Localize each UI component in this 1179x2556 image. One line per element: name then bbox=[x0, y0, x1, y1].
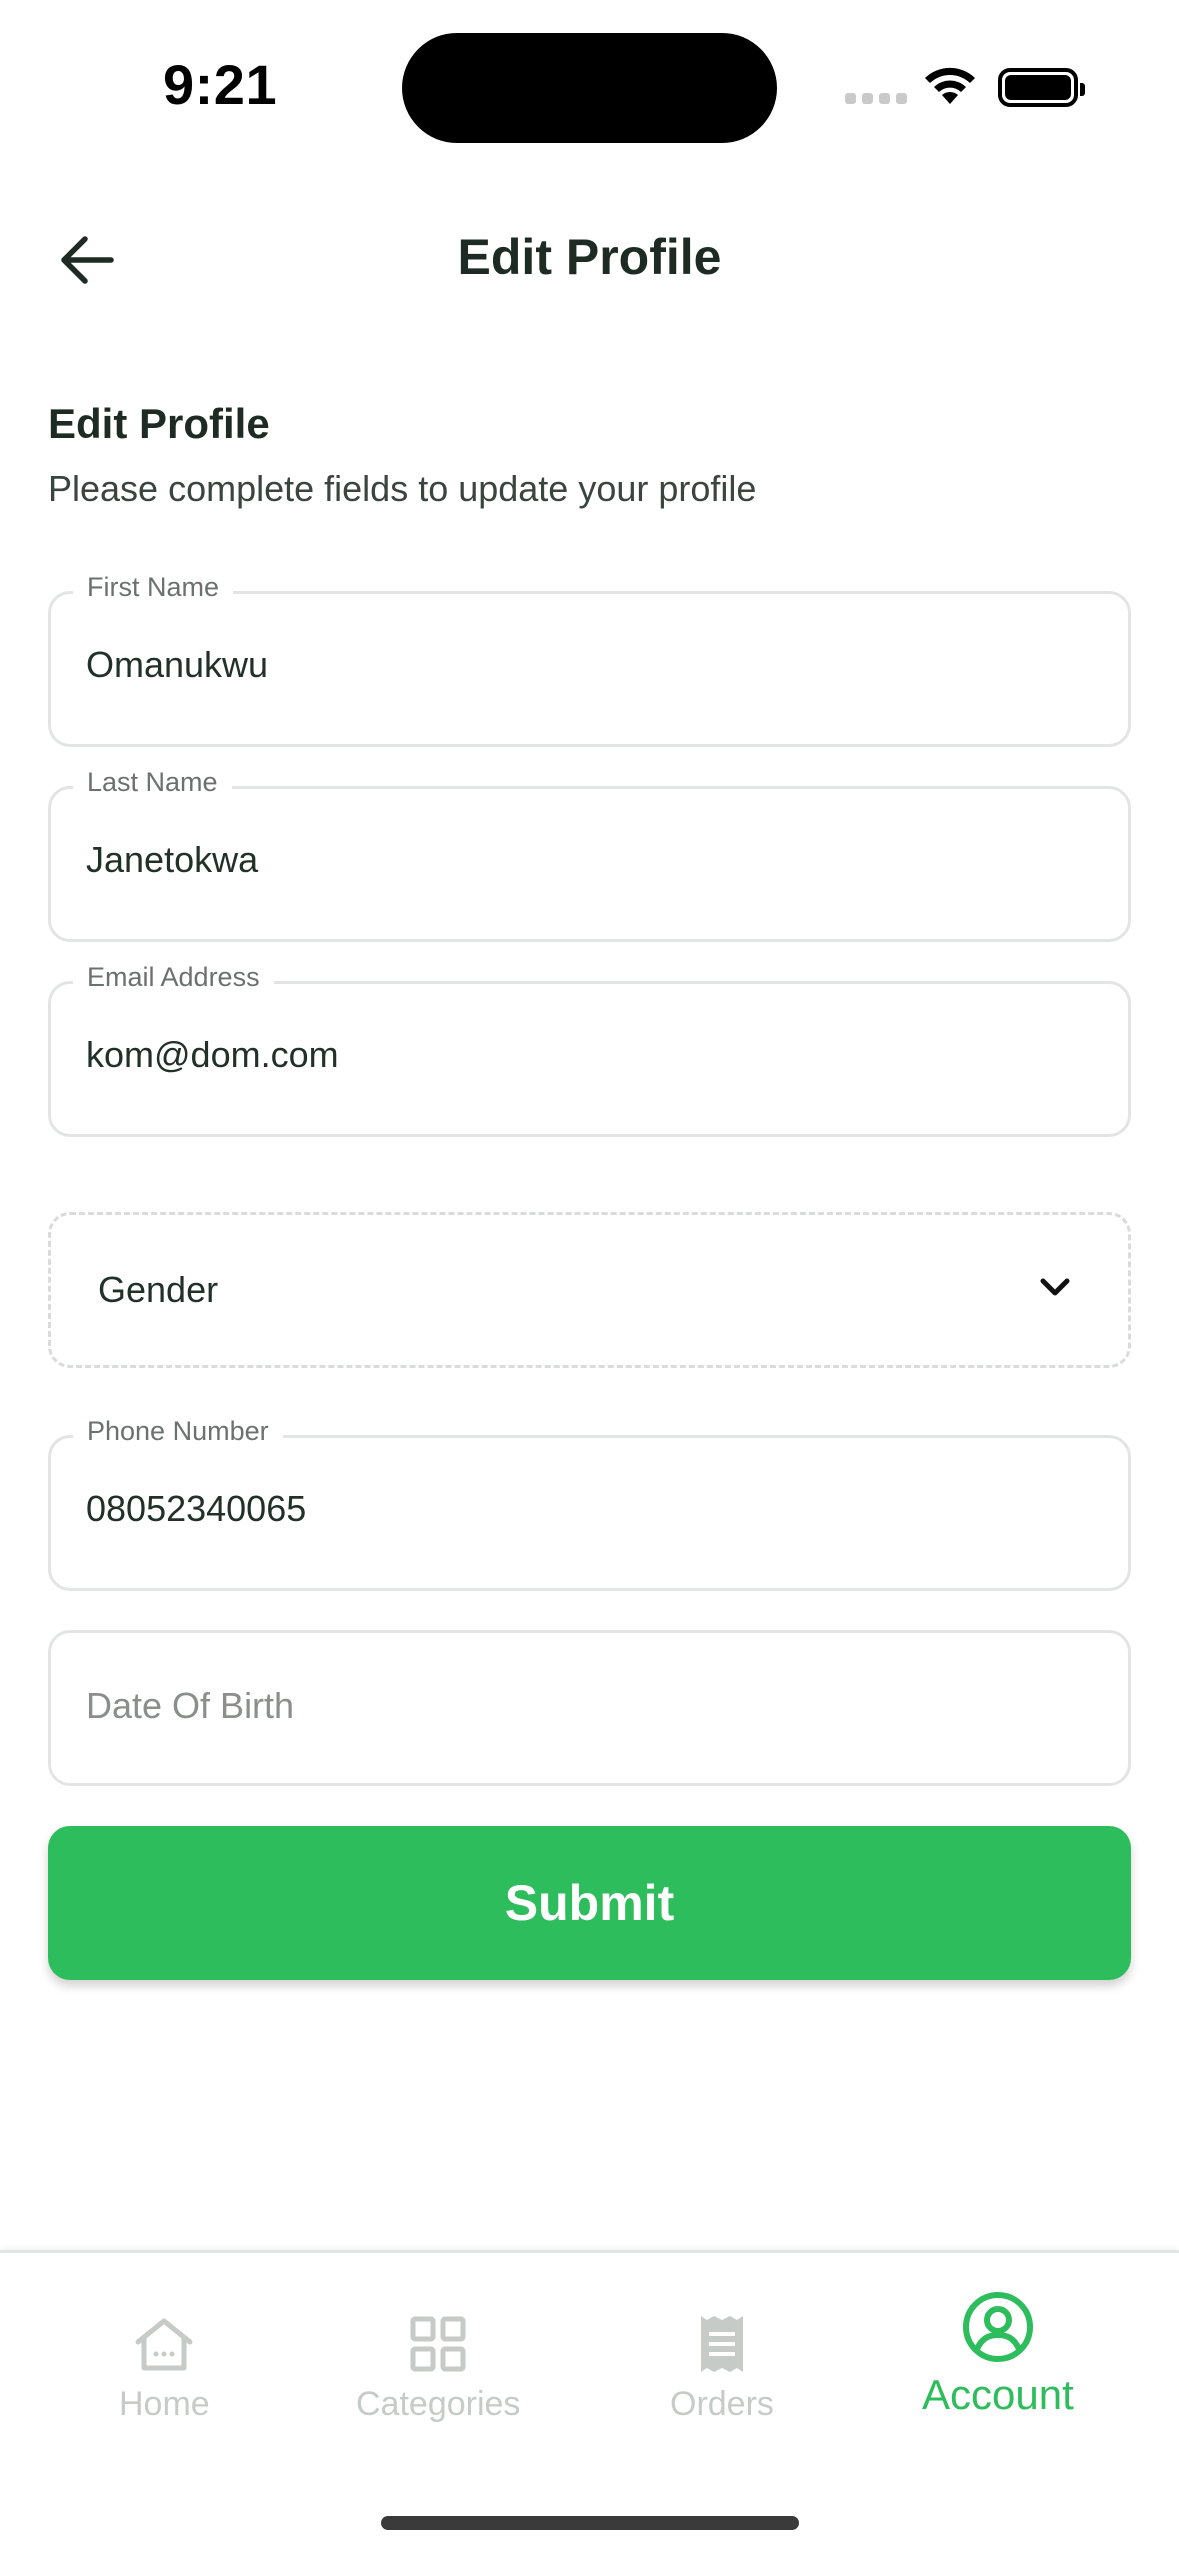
tab-categories-label: Categories bbox=[356, 2385, 521, 2423]
section-subtitle: Please complete fields to update your pr… bbox=[48, 468, 757, 509]
receipt-icon bbox=[699, 2309, 745, 2379]
email-label: Email Address bbox=[73, 962, 274, 993]
gender-select[interactable]: Gender bbox=[48, 1212, 1131, 1368]
email-value: kom@dom.com bbox=[86, 1034, 339, 1075]
date-of-birth-placeholder: Date Of Birth bbox=[86, 1685, 295, 1726]
submit-button[interactable]: Submit bbox=[48, 1826, 1131, 1980]
dynamic-island bbox=[402, 33, 777, 143]
page-title: Edit Profile bbox=[457, 229, 722, 285]
first-name-field[interactable]: First Name Omanukwu bbox=[48, 572, 1131, 747]
home-icon bbox=[132, 2309, 196, 2379]
phone-label: Phone Number bbox=[73, 1416, 283, 1447]
tab-home-label: Home bbox=[119, 2385, 210, 2423]
tab-account-label: Account bbox=[922, 2371, 1074, 2418]
email-field[interactable]: Email Address kom@dom.com bbox=[48, 962, 1131, 1137]
gender-value: Gender bbox=[98, 1269, 219, 1310]
tab-orders[interactable]: Orders bbox=[670, 2309, 774, 2424]
first-name-label: First Name bbox=[73, 572, 234, 603]
user-circle-icon bbox=[962, 2289, 1034, 2365]
tab-home[interactable]: Home bbox=[119, 2309, 210, 2424]
section-title: Edit Profile bbox=[48, 400, 270, 447]
tab-bar: Home Categories Orders Account bbox=[0, 2250, 1179, 2556]
first-name-value: Omanukwu bbox=[86, 644, 269, 685]
cellular-signal-icon bbox=[845, 93, 907, 104]
grid-icon bbox=[410, 2309, 466, 2379]
wifi-icon bbox=[922, 64, 978, 111]
last-name-label: Last Name bbox=[73, 767, 232, 798]
phone-value: 08052340065 bbox=[86, 1488, 307, 1529]
tab-categories[interactable]: Categories bbox=[356, 2309, 520, 2424]
tab-orders-label: Orders bbox=[670, 2385, 774, 2423]
battery-icon bbox=[998, 68, 1085, 107]
home-indicator bbox=[381, 2516, 799, 2530]
date-of-birth-field[interactable]: Date Of Birth bbox=[48, 1630, 1131, 1786]
tab-account[interactable]: Account bbox=[922, 2289, 1074, 2419]
last-name-field[interactable]: Last Name Janetokwa bbox=[48, 767, 1131, 942]
status-time: 9:21 bbox=[163, 53, 278, 116]
phone-field[interactable]: Phone Number 08052340065 bbox=[48, 1416, 1131, 1591]
chevron-down-icon bbox=[1040, 1278, 1070, 1296]
last-name-value: Janetokwa bbox=[86, 839, 259, 880]
